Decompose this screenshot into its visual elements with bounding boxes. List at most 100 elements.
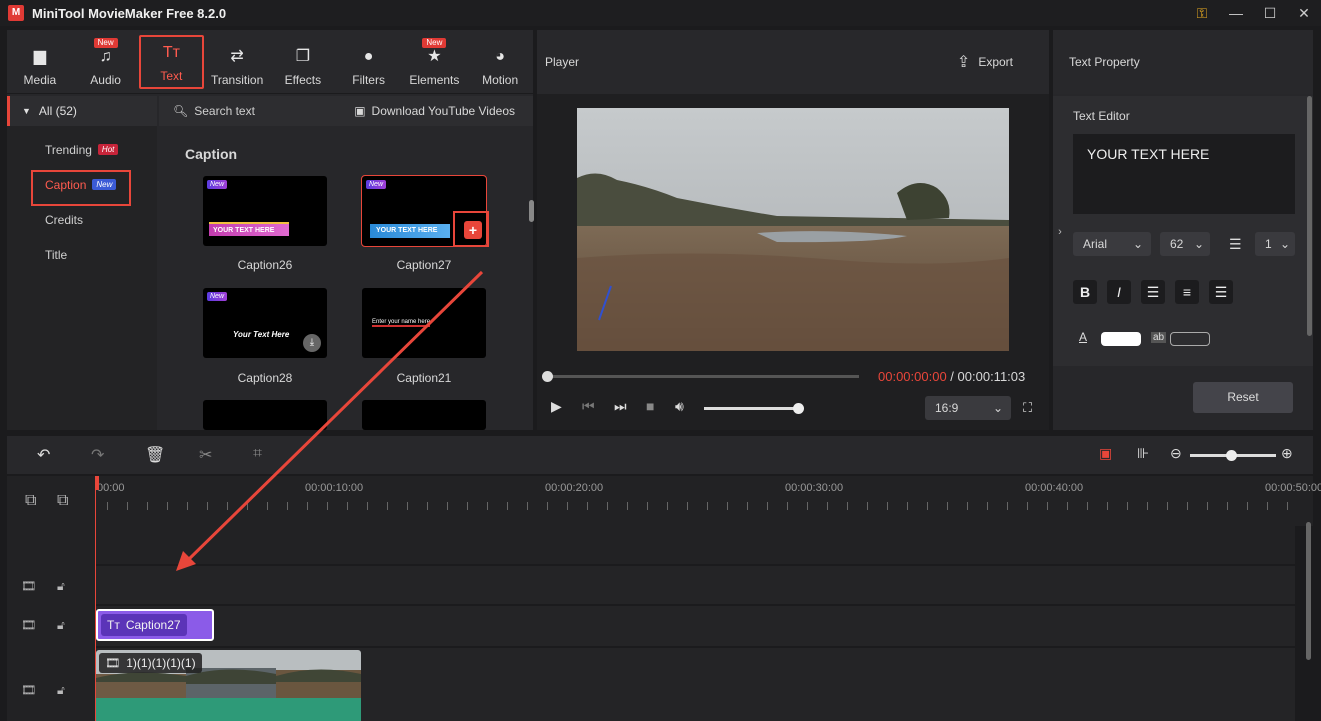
snap-icon[interactable]: ▣ [1099,445,1112,462]
tool-transition[interactable]: ⇄ Transition [204,37,270,93]
aspect-ratio-select[interactable]: 16:9 ⌄ [925,396,1011,420]
search-input[interactable]: Search text [194,104,255,118]
italic-button[interactable]: I [1107,280,1131,304]
ruler-tick [827,502,828,510]
ruler-tick [227,502,228,510]
category-credits[interactable]: Credits [7,202,157,237]
playback-scrubber[interactable] [542,371,859,382]
track-lane-empty[interactable] [95,526,1295,564]
library-scrollbar[interactable] [529,200,534,222]
caption-thumb[interactable]: Enter your name here [362,288,486,358]
tool-audio[interactable]: New ♫ Audio [73,37,139,93]
key-icon[interactable]: ⚿ [1185,5,1219,22]
font-select[interactable]: Arial ⌄ [1073,232,1151,256]
caption-thumb[interactable]: New Your Text Here ⤓ [203,288,327,358]
thumb-overlay: YOUR TEXT HERE [209,222,289,236]
timeline-scrollbar[interactable] [1306,522,1311,660]
align-center-icon[interactable]: ≡ [1175,280,1199,304]
previous-frame-icon[interactable]: ⏮ [582,398,595,415]
category-highlight [31,170,131,206]
caption-thumb[interactable] [203,400,327,430]
close-icon[interactable]: ✕ [1287,5,1321,22]
download-youtube-button[interactable]: ▣ Download YouTube Videos [354,104,515,118]
remove-track-icon[interactable]: ⧉ [57,492,68,510]
app-logo-icon: M [8,5,24,21]
reset-button[interactable]: Reset [1193,382,1293,413]
property-scrollbar[interactable] [1307,96,1312,336]
caption-thumb-label: Caption21 [396,371,452,385]
playhead-handle[interactable] [95,476,99,490]
unlock-icon[interactable]: 🔓︎ [57,579,65,594]
video-preview [577,108,1009,351]
current-time: 00:00:00:00 [878,369,947,384]
add-caption-button[interactable]: + [453,211,489,247]
ruler-tick [207,502,208,510]
tool-effects[interactable]: ❐ Effects [270,37,336,93]
main-toolbar: ▆ Media New ♫ Audio Tт Text ⇄ Transition… [7,30,533,94]
stop-icon[interactable]: ■ [646,398,654,414]
ruler-tick [147,502,148,510]
zoom-handle[interactable] [1226,450,1237,461]
tool-elements[interactable]: New ★ Elements [402,37,468,93]
add-track-icon[interactable]: ⧉ [25,492,36,510]
crop-icon[interactable]: ⌗ [253,445,262,463]
volume-icon[interactable]: 🔊︎ [675,398,684,415]
export-button[interactable]: ⇪ Export [957,52,1013,72]
tool-text[interactable]: Tт Text [138,35,205,89]
category-trending[interactable]: Trending Hot [7,132,157,167]
effects-icon: ❐ [295,48,311,65]
fullscreen-icon[interactable]: ⛶ [1023,400,1032,416]
time-ruler[interactable]: 00:00 00:00:10:00 00:00:20:00 00:00:30:0… [95,476,1321,526]
background-color-swatch[interactable] [1170,332,1210,346]
unlock-icon[interactable]: 🔓︎ [57,618,65,633]
caption-thumb[interactable]: New YOUR TEXT HERE [203,176,327,246]
caption-thumb[interactable] [362,400,486,430]
scrubber-handle[interactable] [542,371,553,382]
volume-handle[interactable] [793,403,804,414]
category-title[interactable]: Title [7,237,157,272]
volume-slider[interactable] [704,403,804,414]
ruler-tick [607,502,608,510]
redo-icon[interactable]: ↷ [91,445,104,465]
bold-button[interactable]: B [1073,280,1097,304]
playhead[interactable] [95,476,96,721]
ruler-tick [1187,502,1188,510]
font-size-select[interactable]: 62 ⌄ [1160,232,1210,256]
tool-filters[interactable]: ● Filters [336,37,402,93]
undo-icon[interactable]: ↶ [37,445,50,465]
new-badge: New [422,38,447,48]
align-left-icon[interactable]: ☰ [1141,280,1165,304]
caption-clip[interactable]: Tт Caption27 [96,609,214,641]
collapse-panel-tab[interactable]: › [1054,187,1066,277]
player-panel: Player ⇪ Export 00:00:00:00 / 00:00:11:0… [537,30,1049,430]
play-icon[interactable]: ▶ [551,398,562,415]
library-body: ▼ All (52) Trending Hot Caption New Cred… [7,96,534,430]
split-icon[interactable]: ✂ [199,445,212,465]
track-lane-1[interactable] [95,566,1295,604]
tool-media[interactable]: ▆ Media [7,37,73,93]
fit-timeline-icon[interactable]: ⊪ [1137,445,1149,462]
video-clip[interactable]: 🎞︎ 1)(1)(1)(1)(1) [96,650,361,721]
ruler-tick [927,502,928,510]
font-color-swatch[interactable] [1101,332,1141,346]
window-title: MiniTool MovieMaker Free 8.2.0 [32,5,227,21]
track-lane-caption[interactable] [95,606,1295,646]
minimize-icon[interactable]: — [1219,5,1253,21]
zoom-slider[interactable] [1190,450,1276,461]
zoom-out-icon[interactable]: ⊖ [1170,445,1182,462]
line-spacing-select[interactable]: 1 ⌄ [1255,232,1295,256]
player-header: Player ⇪ Export [537,30,1049,94]
unlock-icon[interactable]: 🔓︎ [57,683,65,698]
tool-label: Motion [482,73,519,87]
delete-icon[interactable]: 🗑︎ [145,445,165,465]
next-frame-icon[interactable]: ⏭ [614,398,627,415]
zoom-in-icon[interactable]: ⊕ [1281,445,1293,462]
download-icon[interactable]: ⤓ [303,334,321,352]
category-all[interactable]: ▼ All (52) [7,96,157,126]
film-icon: 🎞︎ [21,618,37,632]
maximize-icon[interactable]: ☐ [1253,5,1287,22]
tool-motion[interactable]: ◕ Motion [467,37,533,93]
align-right-icon[interactable]: ☰ [1209,280,1233,304]
caption-grid: 🔍︎ Search text ▣ Download YouTube Videos … [159,96,534,430]
text-editor-input[interactable]: YOUR TEXT HERE [1073,134,1295,214]
